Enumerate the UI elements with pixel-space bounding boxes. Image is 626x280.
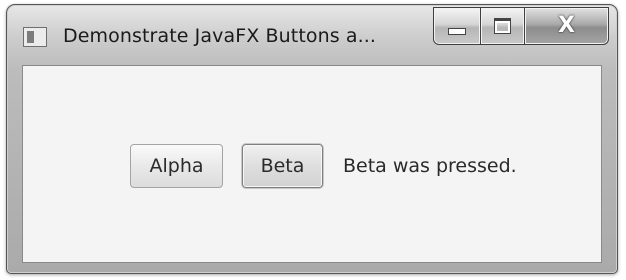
app-window: Demonstrate JavaFX Buttons a... X Alpha … bbox=[6, 4, 618, 274]
close-button[interactable]: X bbox=[525, 7, 609, 45]
alpha-button[interactable]: Alpha bbox=[130, 144, 223, 188]
maximize-button[interactable] bbox=[481, 7, 525, 45]
title-bar[interactable]: Demonstrate JavaFX Buttons a... X bbox=[7, 5, 617, 63]
content-pane: Alpha Beta Beta was pressed. bbox=[22, 65, 602, 263]
minimize-button[interactable] bbox=[433, 7, 481, 45]
window-title: Demonstrate JavaFX Buttons a... bbox=[63, 25, 377, 47]
status-label: Beta was pressed. bbox=[343, 155, 517, 177]
maximize-icon bbox=[494, 18, 511, 34]
app-icon[interactable] bbox=[23, 27, 47, 47]
app-icon-glyph bbox=[27, 31, 34, 43]
minimize-icon bbox=[448, 27, 466, 35]
button-row: Alpha Beta Beta was pressed. bbox=[130, 144, 517, 188]
close-icon: X bbox=[558, 13, 575, 38]
beta-button[interactable]: Beta bbox=[242, 144, 323, 188]
caption-buttons: X bbox=[433, 7, 609, 45]
